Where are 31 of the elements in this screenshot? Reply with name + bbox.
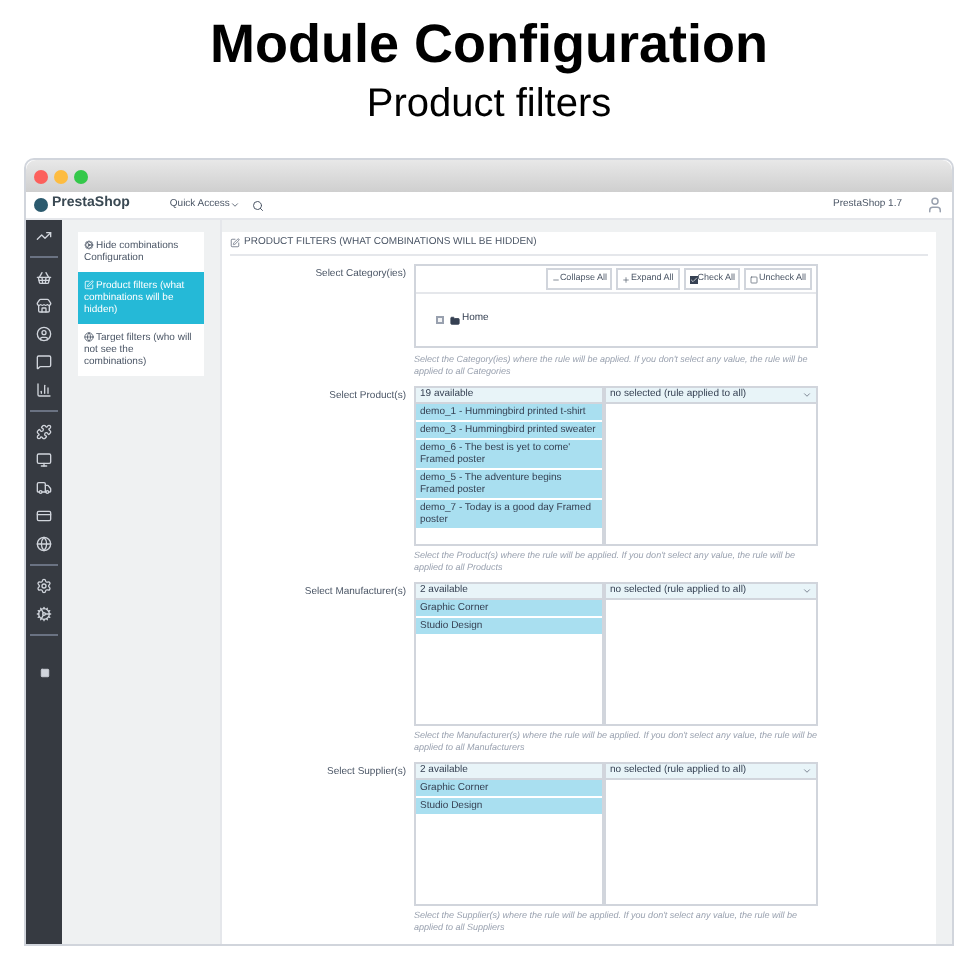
gears-icon — [84, 240, 94, 251]
truck-icon[interactable] — [36, 480, 52, 496]
user-circle-icon[interactable] — [36, 326, 52, 342]
card-icon[interactable] — [36, 508, 52, 524]
available-list[interactable] — [414, 386, 604, 546]
checkbox[interactable] — [436, 316, 444, 324]
page-title: Module Configuration — [210, 12, 768, 78]
search-icon[interactable] — [251, 199, 264, 211]
minus-box-icon — [551, 275, 560, 283]
chat-icon[interactable] — [36, 354, 52, 370]
puzzle-icon[interactable] — [36, 424, 52, 440]
avatar-icon[interactable] — [926, 196, 944, 214]
monitor-icon[interactable] — [36, 452, 52, 468]
trend-icon[interactable] — [36, 228, 52, 244]
gear-icon[interactable] — [36, 606, 52, 622]
basket-icon[interactable] — [36, 270, 52, 286]
square-icon[interactable] — [39, 668, 49, 678]
globe-icon[interactable] — [36, 536, 52, 552]
logo-icon — [34, 198, 48, 212]
empty-box-icon — [750, 275, 759, 283]
edit-icon — [84, 280, 94, 291]
plus-box-icon — [622, 275, 631, 283]
caret-icon — [229, 200, 240, 210]
bar-chart-icon[interactable] — [36, 382, 52, 398]
edit-icon — [230, 238, 240, 248]
store-icon[interactable] — [36, 298, 52, 314]
checked-box-icon — [689, 275, 698, 283]
settings-icon[interactable] — [36, 578, 52, 594]
folder-icon — [450, 315, 460, 325]
page-subtitle: Product filters — [366, 80, 612, 130]
globe-icon — [84, 332, 94, 343]
